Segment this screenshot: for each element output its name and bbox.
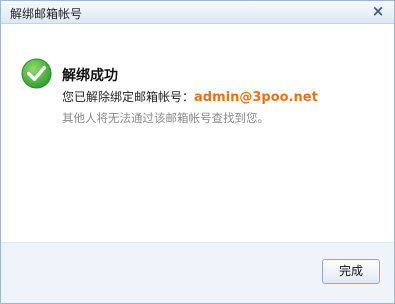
unbind-message: 您已解除绑定邮箱帐号：admin@3poo.net — [62, 88, 318, 105]
unbind-email-dialog: 解绑邮箱帐号 × 解绑成功 您已解除绑定邮箱帐号：admin@3poo.net … — [0, 0, 395, 304]
success-heading: 解绑成功 — [62, 68, 118, 84]
done-button[interactable]: 完成 — [322, 259, 380, 284]
check-circle-icon — [21, 58, 52, 89]
message-area: 解绑成功 您已解除绑定邮箱帐号：admin@3poo.net 其他人将无法通过该… — [21, 56, 381, 136]
email-address: admin@3poo.net — [194, 90, 318, 105]
close-icon[interactable]: × — [371, 2, 385, 20]
dialog-title: 解绑邮箱帐号 — [10, 7, 83, 21]
dialog-titlebar: 解绑邮箱帐号 × — [1, 1, 394, 24]
unbind-message-prefix: 您已解除绑定邮箱帐号： — [62, 90, 195, 104]
info-note: 其他人将无法通过该邮箱帐号查找到您。 — [62, 111, 269, 125]
dialog-footer: 完成 — [1, 242, 394, 303]
